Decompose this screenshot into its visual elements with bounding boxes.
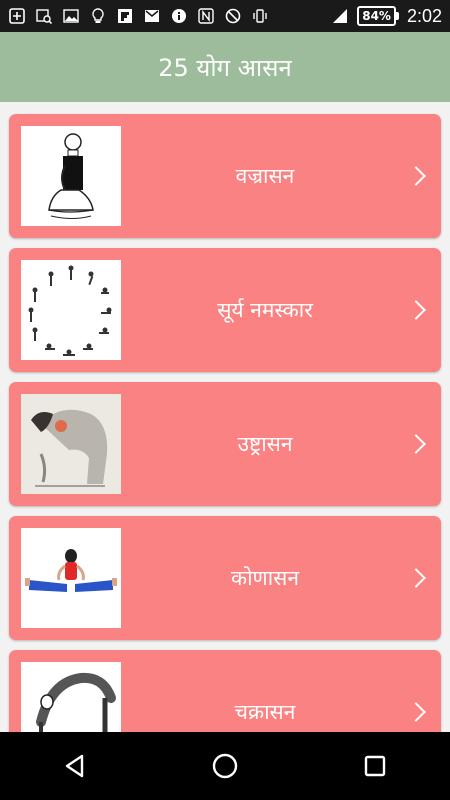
lightbulb-icon (89, 7, 107, 25)
vibrate-icon (251, 7, 269, 25)
home-button[interactable] (195, 736, 255, 796)
list-item-label: चक्रासन (234, 700, 296, 724)
ustrasana-illustration (21, 394, 121, 494)
home-icon (212, 753, 238, 779)
asana-list[interactable]: वज्रासन सूर्य नमस्कार उष्ट्रासन कोणासन च… (0, 102, 450, 732)
list-item-label: वज्रासन (235, 164, 295, 188)
nfc-icon (197, 7, 215, 25)
add-box-icon (8, 7, 26, 25)
gmail-icon (143, 7, 161, 25)
flipboard-icon (116, 7, 134, 25)
do-not-disturb-icon (224, 7, 242, 25)
vajrasana-illustration (21, 126, 121, 226)
chevron-right-icon (406, 434, 426, 454)
list-item-vajrasana[interactable]: वज्रासन (9, 114, 441, 238)
navigation-bar (0, 732, 450, 800)
battery-level: 84% (357, 6, 396, 26)
list-item-label: सूर्य नमस्कार (217, 298, 313, 322)
back-button[interactable] (45, 736, 105, 796)
list-item-label: उष्ट्रासन (237, 432, 293, 456)
list-item-ustrasana[interactable]: उष्ट्रासन (9, 382, 441, 506)
back-icon (65, 754, 84, 778)
recents-button[interactable] (345, 736, 405, 796)
list-item-konasana[interactable]: कोणासन (9, 516, 441, 640)
cell-signal-icon (331, 7, 349, 25)
list-item-chakrasana[interactable]: चक्रासन (9, 650, 441, 732)
chakrasana-illustration (21, 662, 121, 732)
list-item-label: कोणासन (230, 566, 300, 590)
app-bar: 25 योग आसन (0, 32, 450, 102)
clock: 2:02 (406, 5, 442, 26)
image-icon (62, 7, 80, 25)
konasana-illustration (21, 528, 121, 628)
list-item-surya-namaskar[interactable]: सूर्य नमस्कार (9, 248, 441, 372)
status-bar: 84% 2:02 (0, 0, 450, 32)
page-title: 25 योग आसन (158, 53, 292, 82)
chevron-right-icon (406, 702, 426, 722)
surya-namaskar-illustration (21, 260, 121, 360)
notification-icons (8, 7, 269, 25)
recents-icon (364, 755, 386, 777)
chevron-right-icon (406, 300, 426, 320)
chevron-right-icon (406, 166, 426, 186)
battery-indicator: 84% (357, 6, 399, 26)
chevron-right-icon (406, 568, 426, 588)
image-search-icon (35, 7, 53, 25)
info-icon (170, 7, 188, 25)
